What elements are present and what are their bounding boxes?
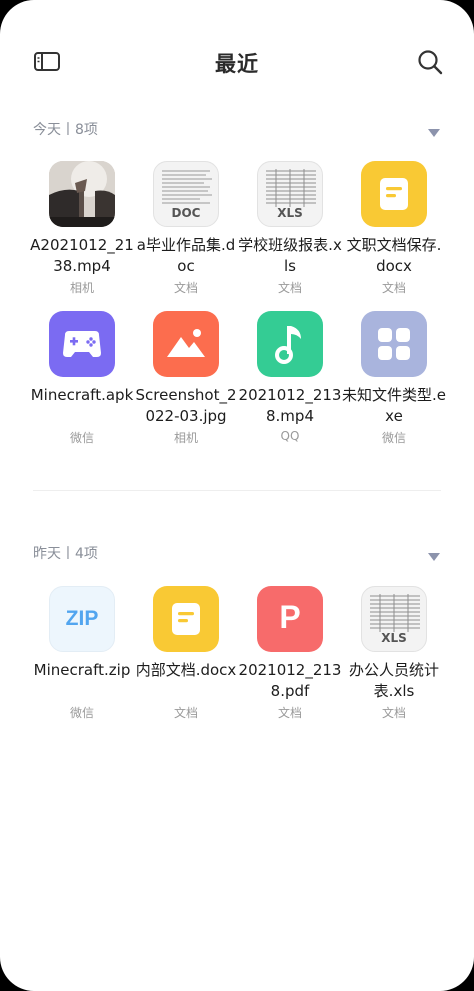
zip-badge: ZIP: [65, 607, 99, 630]
file-source: 微信: [69, 706, 94, 720]
image-icon: [153, 311, 219, 377]
section-yesterday-header: 昨天丨4项: [33, 541, 441, 565]
file-source: 文档: [381, 706, 406, 720]
file-name: 办公人员统计表.xls: [348, 661, 439, 700]
xls-badge: XLS: [381, 631, 407, 645]
xls-thumbnail: XLS: [361, 586, 427, 652]
file-tile[interactable]: 2021012_2138.mp4 QQ: [238, 311, 342, 451]
section-label: 昨天丨4项: [33, 546, 98, 562]
docx-icon: [153, 586, 219, 652]
doc-badge: DOC: [171, 206, 201, 220]
file-source: 文档: [381, 281, 406, 295]
file-source: 相机: [69, 281, 94, 295]
file-tile[interactable]: 未知文件类型.exe 微信: [342, 311, 446, 451]
docx-icon: [361, 161, 427, 227]
file-source: 文档: [277, 281, 302, 295]
file-tile[interactable]: 内部文档.docx 文档: [134, 586, 238, 726]
collapse-arrow-icon[interactable]: [427, 123, 441, 137]
file-name: 未知文件类型.exe: [342, 386, 446, 425]
file-name: A2021012_2138.mp4: [30, 236, 134, 275]
file-tile[interactable]: Screenshot_2022-03.jpg 相机: [134, 311, 238, 451]
file-name: 内部文档.docx: [135, 661, 237, 679]
file-tile[interactable]: 文职文档保存.docx 文档: [342, 161, 446, 301]
music-note-icon: [257, 311, 323, 377]
file-source: 文档: [173, 706, 198, 720]
file-tile[interactable]: A2021012_2138.mp4 相机: [30, 161, 134, 301]
pdf-icon: P: [257, 586, 323, 652]
pdf-badge: P: [279, 599, 301, 635]
file-source: 文档: [173, 281, 198, 295]
file-name: 2021012_2138.mp4: [238, 386, 342, 425]
file-tile[interactable]: XLS 办公人员统计表.xls 文档: [342, 586, 446, 726]
gamepad-icon: [49, 311, 115, 377]
section-divider: [33, 490, 441, 491]
file-source: 微信: [381, 431, 406, 445]
file-source: 相机: [173, 431, 198, 445]
phone-screen: 最近 今天丨8项 A2021012_2138.mp4 相机 DOC a毕业作品集…: [0, 0, 474, 991]
xls-badge: XLS: [277, 206, 303, 220]
top-bar: 最近: [0, 40, 474, 84]
file-tile[interactable]: ZIP Minecraft.zip 微信: [30, 586, 134, 726]
page-title: 最近: [215, 52, 259, 76]
file-name: 2021012_2138.pdf: [238, 661, 342, 700]
file-tile[interactable]: DOC a毕业作品集.doc 文档: [134, 161, 238, 301]
section-label: 今天丨8项: [33, 122, 98, 138]
file-name: 学校班级报表.xls: [238, 236, 342, 275]
file-name: Screenshot_2022-03.jpg: [135, 386, 237, 425]
file-tile[interactable]: XLS 学校班级报表.xls 文档: [238, 161, 342, 301]
file-name: Minecraft.apk: [30, 386, 134, 404]
file-name: Minecraft.zip: [33, 661, 131, 679]
section-today-header: 今天丨8项: [33, 117, 441, 141]
file-source: 文档: [277, 706, 302, 720]
video-thumbnail: [49, 161, 115, 227]
collapse-arrow-icon[interactable]: [427, 547, 441, 561]
doc-thumbnail: DOC: [153, 161, 219, 227]
file-tile[interactable]: Minecraft.apk 微信: [30, 311, 134, 451]
xls-thumbnail: XLS: [257, 161, 323, 227]
file-name: 文职文档保存.docx: [346, 236, 442, 275]
file-name: a毕业作品集.doc: [136, 236, 236, 275]
file-tile[interactable]: P 2021012_2138.pdf 文档: [238, 586, 342, 726]
unknown-file-icon: [361, 311, 427, 377]
search-icon[interactable]: [416, 48, 444, 76]
file-source: QQ: [280, 429, 300, 443]
file-source: 微信: [69, 431, 94, 445]
zip-icon: ZIP: [49, 586, 115, 652]
